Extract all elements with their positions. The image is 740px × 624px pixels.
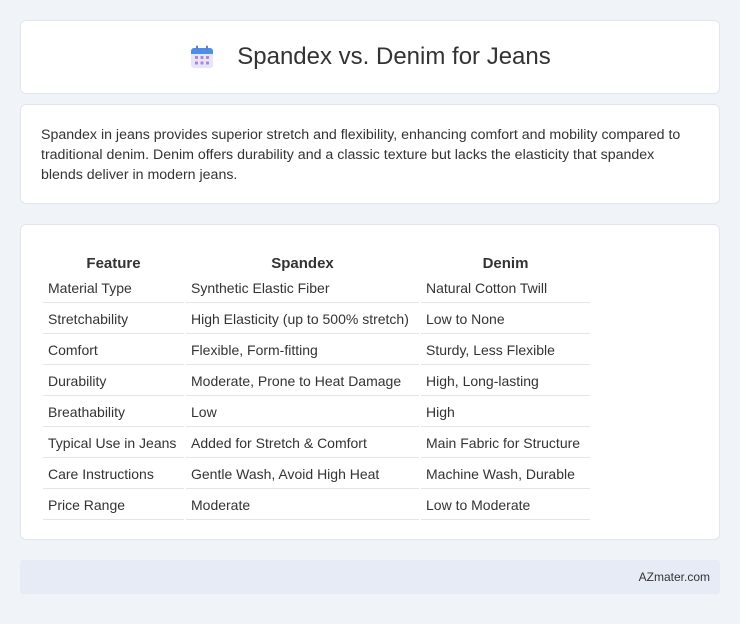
table-row: Comfort Flexible, Form-fitting Sturdy, L… — [43, 336, 590, 365]
footer: AZmater.com — [20, 560, 720, 594]
table-row: Stretchability High Elasticity (up to 50… — [43, 305, 590, 334]
table-cell: Price Range — [43, 491, 184, 520]
table-row: Typical Use in Jeans Added for Stretch &… — [43, 429, 590, 458]
table-cell: Moderate — [186, 491, 419, 520]
table-row: Price Range Moderate Low to Moderate — [43, 491, 590, 520]
summary-text: Spandex in jeans provides superior stret… — [41, 127, 681, 183]
table-cell: Durability — [43, 367, 184, 396]
table-row: Durability Moderate, Prone to Heat Damag… — [43, 367, 590, 396]
table-cell: High Elasticity (up to 500% stretch) — [186, 305, 419, 334]
table-cell: Breathability — [43, 398, 184, 427]
table-cell: Typical Use in Jeans — [43, 429, 184, 458]
table-cell: Material Type — [43, 274, 184, 303]
table-cell: Comfort — [43, 336, 184, 365]
page-title: Spandex vs. Denim for Jeans — [237, 43, 551, 70]
comparison-table: Feature Spandex Denim Material Type Synt… — [41, 247, 592, 522]
table-row: Material Type Synthetic Elastic Fiber Na… — [43, 274, 590, 303]
table-cell: Low to None — [421, 305, 590, 334]
table-header-row: Feature Spandex Denim — [43, 249, 590, 272]
table-cell: Flexible, Form-fitting — [186, 336, 419, 365]
summary-card: Spandex in jeans provides superior stret… — [20, 104, 720, 204]
table-cell: High — [421, 398, 590, 427]
table-row: Care Instructions Gentle Wash, Avoid Hig… — [43, 460, 590, 489]
table-cell: Stretchability — [43, 305, 184, 334]
table-cell: Sturdy, Less Flexible — [421, 336, 590, 365]
table-cell: Gentle Wash, Avoid High Heat — [186, 460, 419, 489]
table-cell: Main Fabric for Structure — [421, 429, 590, 458]
header-feature: Feature — [86, 255, 141, 272]
table-cell: Natural Cotton Twill — [421, 274, 590, 303]
footer-brand[interactable]: AZmater.com — [639, 570, 710, 584]
table-cell: Low — [186, 398, 419, 427]
table-cell: Care Instructions — [43, 460, 184, 489]
table-cell: Synthetic Elastic Fiber — [186, 274, 419, 303]
header-spandex: Spandex — [271, 255, 334, 272]
title-card: Spandex vs. Denim for Jeans — [20, 20, 720, 94]
table-cell: Machine Wash, Durable — [421, 460, 590, 489]
calendar-icon — [189, 44, 215, 70]
table-cell: High, Long-lasting — [421, 367, 590, 396]
table-cell: Low to Moderate — [421, 491, 590, 520]
header-denim: Denim — [482, 255, 529, 272]
table-card: Feature Spandex Denim Material Type Synt… — [20, 224, 720, 540]
table-row: Breathability Low High — [43, 398, 590, 427]
table-cell: Moderate, Prone to Heat Damage — [186, 367, 419, 396]
table-cell: Added for Stretch & Comfort — [186, 429, 419, 458]
